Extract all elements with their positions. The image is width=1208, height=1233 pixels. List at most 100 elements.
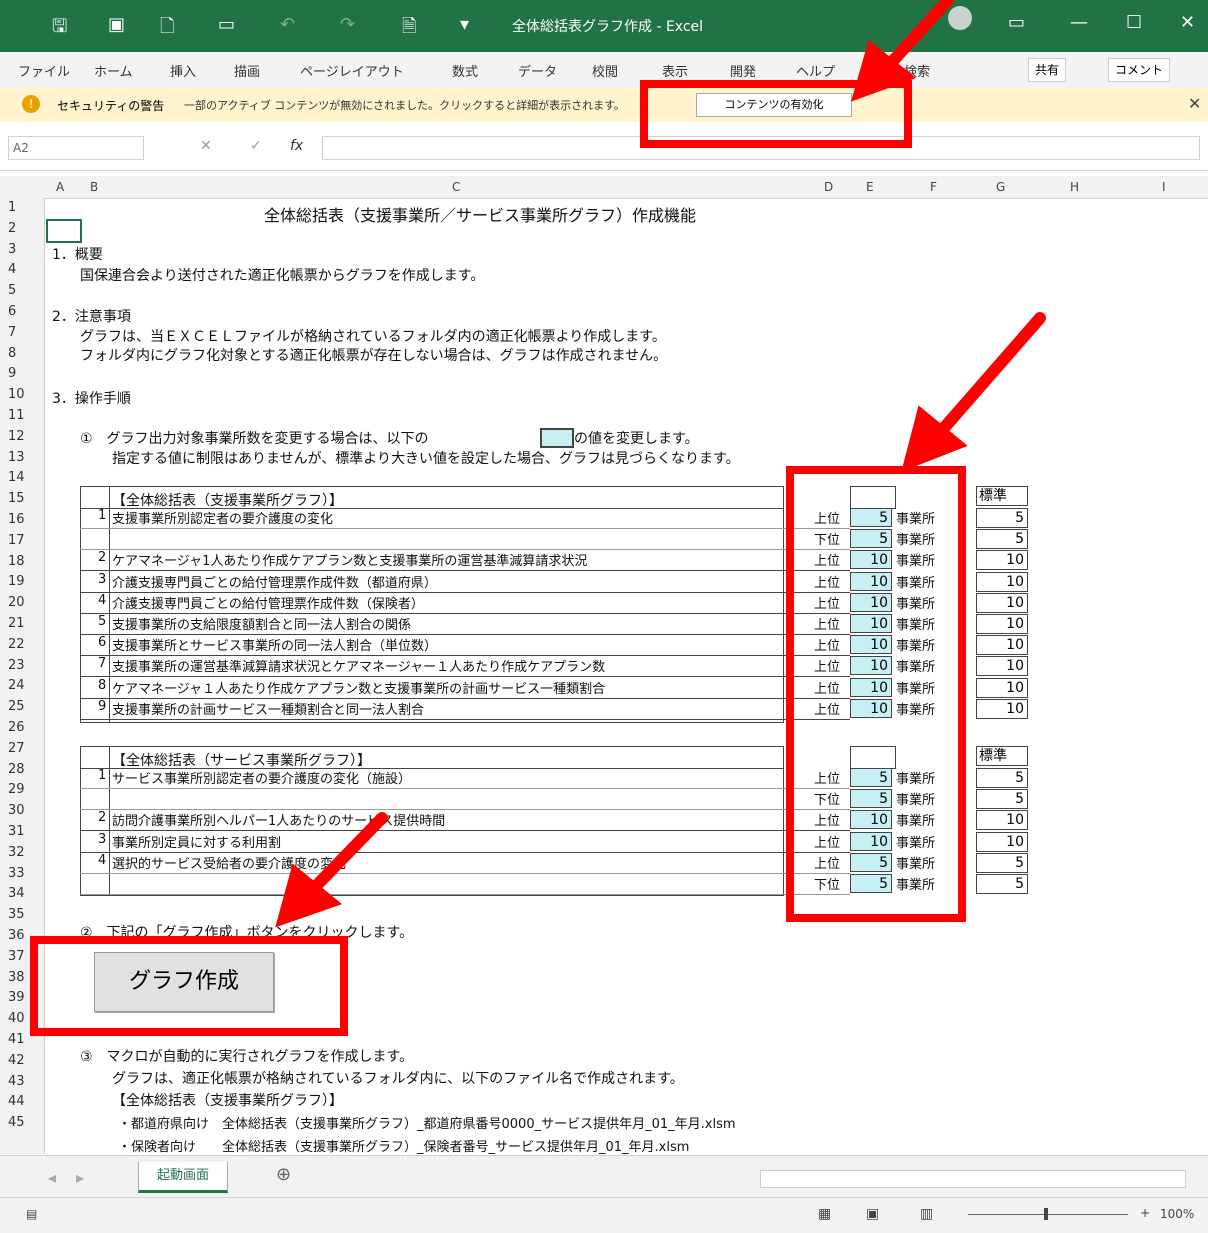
- column-c[interactable]: C: [452, 180, 460, 194]
- row-number[interactable]: 11: [8, 408, 25, 423]
- row-number[interactable]: 36: [8, 928, 25, 943]
- row-number[interactable]: 17: [8, 533, 25, 548]
- row-number[interactable]: 34: [8, 886, 25, 901]
- row-number[interactable]: 7: [8, 325, 16, 340]
- share-button[interactable]: 共有: [1028, 58, 1067, 82]
- comment-button[interactable]: コメント: [1108, 58, 1171, 82]
- new-icon[interactable]: ▣: [108, 14, 125, 35]
- row-number[interactable]: 31: [8, 824, 25, 839]
- row-number[interactable]: 10: [8, 387, 25, 402]
- normal-view-icon[interactable]: ▦: [818, 1206, 831, 1222]
- row-number[interactable]: 6: [8, 304, 16, 319]
- row-number[interactable]: 39: [8, 990, 25, 1005]
- row-number[interactable]: 29: [8, 782, 25, 797]
- tab-draw[interactable]: 描画: [234, 61, 260, 80]
- row-number[interactable]: 28: [8, 762, 25, 777]
- row-number[interactable]: 8: [8, 346, 16, 361]
- row-number[interactable]: 32: [8, 845, 25, 860]
- page-break-icon[interactable]: ▥: [920, 1206, 933, 1222]
- column-h[interactable]: H: [1070, 180, 1079, 194]
- ribbon-display-icon[interactable]: ▭: [1008, 12, 1025, 33]
- row-number[interactable]: 33: [8, 866, 25, 881]
- tab-home[interactable]: ホーム: [94, 61, 133, 80]
- row-number[interactable]: 13: [8, 450, 25, 465]
- row-number[interactable]: 2: [8, 221, 16, 236]
- tab-file[interactable]: ファイル: [18, 61, 70, 80]
- user-icon[interactable]: [948, 6, 972, 30]
- zoom-level[interactable]: 100%: [1160, 1207, 1194, 1221]
- column-d[interactable]: D: [824, 180, 833, 194]
- enter-icon[interactable]: ✓: [250, 138, 262, 154]
- row-number[interactable]: 18: [8, 554, 25, 569]
- tab-view[interactable]: 表示: [662, 61, 688, 80]
- row-number[interactable]: 3: [8, 242, 16, 257]
- redo-icon[interactable]: ↷: [340, 14, 355, 35]
- column-e[interactable]: E: [866, 180, 874, 194]
- row-number[interactable]: 1: [8, 200, 16, 215]
- row-number[interactable]: 20: [8, 595, 25, 610]
- row-number[interactable]: 25: [8, 699, 25, 714]
- preview-icon[interactable]: 🗎: [402, 14, 416, 44]
- zoom-in-icon[interactable]: +: [1140, 1206, 1150, 1220]
- row-number[interactable]: 12: [8, 429, 25, 444]
- row-number[interactable]: 23: [8, 658, 25, 673]
- close-icon[interactable]: ✕: [1188, 94, 1201, 113]
- row-number[interactable]: 41: [8, 1032, 25, 1047]
- tab-review[interactable]: 校閲: [592, 61, 618, 80]
- row-number[interactable]: 26: [8, 720, 25, 735]
- maximize-icon[interactable]: ☐: [1126, 12, 1142, 33]
- tab-help[interactable]: ヘルプ: [796, 61, 835, 80]
- name-box[interactable]: A2: [8, 136, 144, 160]
- tab-page-layout[interactable]: ページレイアウト: [300, 61, 404, 80]
- folder-icon[interactable]: ▭: [218, 14, 235, 35]
- tab-formulas[interactable]: 数式: [452, 61, 478, 80]
- column-a[interactable]: A: [56, 180, 64, 194]
- row-number[interactable]: 5: [8, 283, 16, 298]
- macro-record-icon[interactable]: ▤: [26, 1207, 37, 1221]
- horizontal-scrollbar[interactable]: [760, 1170, 1186, 1188]
- column-b[interactable]: B: [90, 180, 98, 194]
- add-sheet-icon[interactable]: ⊕: [276, 1164, 291, 1185]
- page-layout-icon[interactable]: ▣: [866, 1206, 879, 1222]
- zoom-thumb[interactable]: [1044, 1208, 1048, 1220]
- security-warning-message[interactable]: 一部のアクティブ コンテンツが無効にされました。クリックすると詳細が表示されます…: [184, 97, 625, 113]
- open-icon[interactable]: 🗋: [160, 14, 174, 44]
- row-number[interactable]: 14: [8, 470, 25, 485]
- row-number[interactable]: 22: [8, 637, 25, 652]
- close-icon[interactable]: ✕: [1180, 12, 1195, 33]
- row-number[interactable]: 44: [8, 1094, 25, 1109]
- customize-icon[interactable]: ▾: [460, 14, 469, 35]
- selected-cell[interactable]: [46, 219, 82, 243]
- tab-data[interactable]: データ: [518, 61, 557, 80]
- row-number[interactable]: 24: [8, 678, 25, 693]
- sheet-tab[interactable]: 起動画面: [138, 1162, 228, 1193]
- row-number[interactable]: 45: [8, 1115, 25, 1130]
- row-number[interactable]: 40: [8, 1011, 25, 1026]
- row-number[interactable]: 38: [8, 970, 25, 985]
- row-number[interactable]: 19: [8, 574, 25, 589]
- row-number[interactable]: 4: [8, 262, 16, 277]
- row-number[interactable]: 42: [8, 1053, 25, 1068]
- row-number[interactable]: 21: [8, 616, 25, 631]
- minimize-icon[interactable]: —: [1070, 12, 1088, 33]
- undo-icon[interactable]: ↶: [280, 14, 295, 35]
- row-number[interactable]: 16: [8, 512, 25, 527]
- scroll-right-icon[interactable]: ▸: [76, 1168, 84, 1187]
- tab-insert[interactable]: 挿入: [170, 61, 196, 80]
- tab-developer[interactable]: 開発: [730, 61, 756, 80]
- row-number[interactable]: 35: [8, 907, 25, 922]
- column-f[interactable]: F: [930, 180, 937, 194]
- save-icon[interactable]: 🖫: [52, 14, 67, 44]
- row-number[interactable]: 27: [8, 741, 25, 756]
- function-icon[interactable]: fx: [290, 138, 303, 154]
- row-number[interactable]: 9: [8, 366, 16, 381]
- row-number[interactable]: 37: [8, 949, 25, 964]
- row-number[interactable]: 15: [8, 491, 25, 506]
- row-number[interactable]: 30: [8, 803, 25, 818]
- scroll-left-icon[interactable]: ◂: [48, 1168, 56, 1187]
- cancel-icon[interactable]: ✕: [200, 138, 212, 154]
- tab-search[interactable]: 検索: [904, 61, 930, 80]
- zoom-slider[interactable]: [968, 1214, 1128, 1215]
- column-i[interactable]: I: [1162, 180, 1166, 194]
- column-g[interactable]: G: [996, 180, 1005, 194]
